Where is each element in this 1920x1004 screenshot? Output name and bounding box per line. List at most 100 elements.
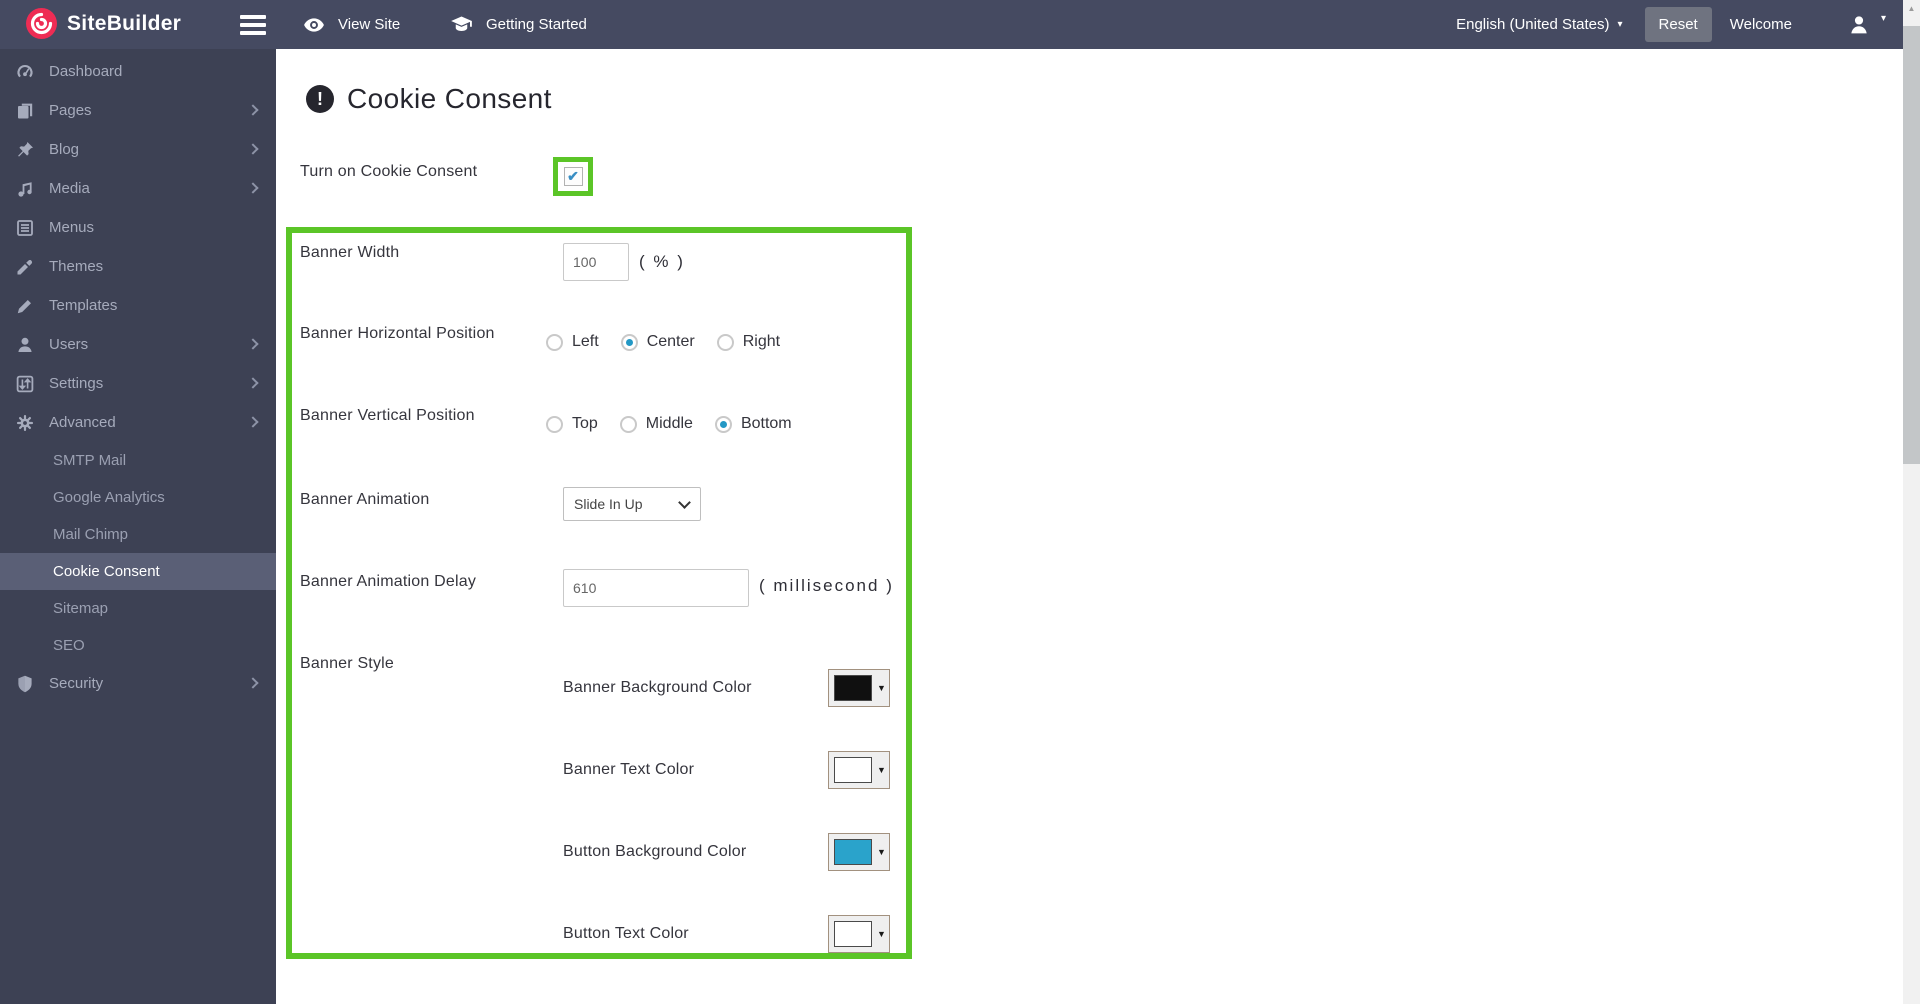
sidebar-item-label: Advanced <box>49 414 116 431</box>
getting-started-label: Getting Started <box>486 16 587 33</box>
banner-text-color-picker[interactable]: ▼ <box>828 751 890 789</box>
users-icon <box>18 337 32 352</box>
graduation-cap-icon <box>451 16 472 31</box>
reset-button[interactable]: Reset <box>1644 7 1712 42</box>
button-text-color-picker[interactable]: ▼ <box>828 915 890 953</box>
radio-option-bottom[interactable]: Bottom <box>714 415 792 433</box>
sidebar-item-label: Security <box>49 675 104 692</box>
banner-animation-delay-input[interactable] <box>563 569 749 607</box>
radio-label: Center <box>646 333 695 350</box>
sidebar-item-label: Themes <box>49 258 104 275</box>
button-background-color-picker[interactable]: ▼ <box>828 833 890 871</box>
sidebar-item-themes[interactable]: Themes <box>0 247 276 286</box>
welcome-label: Welcome <box>1729 16 1792 33</box>
color-swatch <box>834 757 872 783</box>
sidebar-item-blog[interactable]: Blog <box>0 130 276 169</box>
radio-icon[interactable] <box>546 415 563 433</box>
sidebar-subitem-smtp-mail[interactable]: SMTP Mail <box>0 442 276 479</box>
scroll-up-arrow-icon[interactable]: ▲ <box>1903 0 1920 17</box>
radio-label: Bottom <box>740 415 792 432</box>
radio-option-right[interactable]: Right <box>716 333 780 351</box>
sidebar: Dashboard Pages Blog Media Menus Themes … <box>0 49 276 1004</box>
radio-icon[interactable] <box>546 333 563 351</box>
radio-icon[interactable] <box>620 333 638 351</box>
radio-icon[interactable] <box>619 415 637 433</box>
radio-option-left[interactable]: Left <box>546 333 599 351</box>
pen-icon <box>17 299 31 313</box>
radio-label: Middle <box>645 415 693 432</box>
menus-icon <box>17 219 33 236</box>
sidebar-item-label: Media <box>49 180 90 197</box>
horizontal-position-radio-group: Left Center Right <box>546 333 780 351</box>
chevron-down-icon: ▾ <box>1617 19 1623 30</box>
sidebar-subitem-seo[interactable]: SEO <box>0 627 276 664</box>
chevron-right-icon <box>247 376 259 389</box>
banner-width-unit: ( % ) <box>639 252 685 271</box>
view-site-button[interactable]: View Site <box>303 0 400 49</box>
radio-label: Left <box>572 333 599 350</box>
exclamation-circle-icon: ! <box>306 85 334 113</box>
turn-on-highlight-box: ✔ <box>553 157 593 196</box>
subitem-label: Cookie Consent <box>53 563 160 580</box>
banner-horizontal-position-label: Banner Horizontal Position <box>300 325 495 342</box>
caret-down-icon: ▼ <box>877 929 886 939</box>
chevron-right-icon <box>247 181 259 194</box>
caret-down-icon: ▼ <box>877 847 886 857</box>
subitem-label: SMTP Mail <box>53 452 127 469</box>
radio-option-top[interactable]: Top <box>546 415 598 433</box>
user-menu[interactable]: ▾ <box>1847 13 1886 37</box>
sidebar-subitem-sitemap[interactable]: Sitemap <box>0 590 276 627</box>
scrollbar-thumb[interactable] <box>1903 26 1920 464</box>
hamburger-menu-icon[interactable] <box>240 15 266 39</box>
sidebar-item-pages[interactable]: Pages <box>0 91 276 130</box>
pushpin-icon <box>18 141 33 157</box>
top-bar: SiteBuilder View Site Getting Started En… <box>0 0 1920 49</box>
banner-width-input[interactable] <box>563 243 629 281</box>
brand-name: SiteBuilder <box>67 11 182 35</box>
page-title: Cookie Consent <box>347 83 552 114</box>
sidebar-item-media[interactable]: Media <box>0 169 276 208</box>
brand-logo[interactable]: SiteBuilder <box>26 8 181 39</box>
radio-option-center[interactable]: Center <box>620 333 695 351</box>
banner-background-color-picker[interactable]: ▼ <box>828 669 890 707</box>
turn-on-checkbox[interactable]: ✔ <box>563 167 583 186</box>
dashboard-icon <box>17 64 33 77</box>
subitem-label: SEO <box>53 637 85 654</box>
sidebar-item-security[interactable]: Security <box>0 664 276 703</box>
language-label: English (United States) <box>1456 16 1610 33</box>
chevron-down-icon <box>678 496 691 509</box>
banner-background-color-label: Banner Background Color <box>563 679 752 696</box>
sidebar-item-settings[interactable]: Settings <box>0 364 276 403</box>
sidebar-item-templates[interactable]: Templates <box>0 286 276 325</box>
radio-icon[interactable] <box>716 333 734 351</box>
banner-width-label: Banner Width <box>300 244 400 261</box>
chevron-down-icon: ▾ <box>1880 13 1886 24</box>
sidebar-item-menus[interactable]: Menus <box>0 208 276 247</box>
sidebar-item-advanced[interactable]: Advanced <box>0 403 276 442</box>
language-dropdown[interactable]: English (United States) ▾ <box>1456 16 1622 33</box>
top-bar-right: English (United States) ▾ Reset Welcome … <box>1456 0 1886 49</box>
banner-style-label: Banner Style <box>300 655 395 672</box>
radio-icon[interactable] <box>714 415 732 433</box>
view-site-label: View Site <box>338 16 401 33</box>
chevron-right-icon <box>247 142 259 155</box>
banner-animation-select[interactable]: Slide In Up <box>563 487 701 521</box>
shield-icon <box>18 675 32 692</box>
sidebar-item-users[interactable]: Users <box>0 325 276 364</box>
turn-on-label: Turn on Cookie Consent <box>300 163 478 180</box>
sidebar-item-dashboard[interactable]: Dashboard <box>0 52 276 91</box>
getting-started-button[interactable]: Getting Started <box>450 0 587 49</box>
color-swatch <box>834 839 872 865</box>
sidebar-subitem-mail-chimp[interactable]: Mail Chimp <box>0 516 276 553</box>
user-icon <box>1851 15 1867 33</box>
subitem-label: Mail Chimp <box>53 526 129 543</box>
sidebar-subitem-cookie-consent[interactable]: Cookie Consent <box>0 553 276 590</box>
pages-icon <box>18 103 33 118</box>
sidebar-subitem-google-analytics[interactable]: Google Analytics <box>0 479 276 516</box>
media-icon <box>18 181 32 197</box>
chevron-right-icon <box>247 103 259 116</box>
chevron-right-icon <box>247 337 259 350</box>
radio-option-middle[interactable]: Middle <box>619 415 693 433</box>
settings-sliders-icon <box>16 375 34 392</box>
sidebar-item-label: Users <box>49 336 89 353</box>
